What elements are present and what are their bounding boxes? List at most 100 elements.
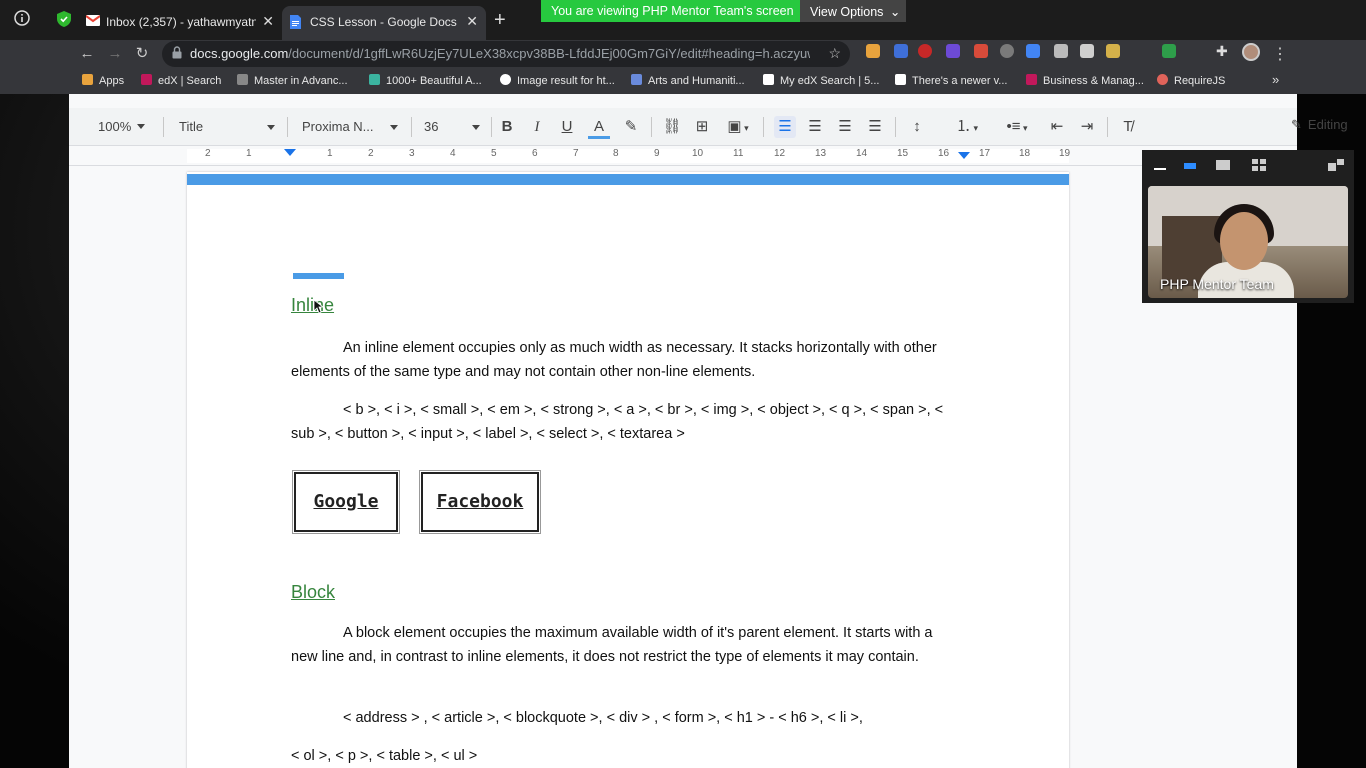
edx-icon bbox=[763, 74, 774, 85]
forward-icon[interactable]: → bbox=[104, 43, 126, 65]
bookmark-item[interactable]: edX | Search bbox=[141, 74, 221, 87]
inline-heading[interactable]: Inline bbox=[291, 295, 334, 316]
italic-icon[interactable]: I bbox=[526, 116, 548, 138]
bookmark-item[interactable]: Business & Manag... bbox=[1026, 74, 1144, 87]
back-icon[interactable]: ← bbox=[76, 43, 98, 65]
extension-icon[interactable] bbox=[1106, 44, 1120, 58]
inline-description: An inline element occupies only as much … bbox=[291, 337, 963, 384]
font-value: Proxima N... bbox=[302, 119, 374, 134]
block-tags-line-2: < ol >, < p >, < table >, < ul > bbox=[291, 748, 478, 764]
clear-formatting-icon[interactable]: T̸ bbox=[1117, 116, 1139, 138]
right-indent-marker[interactable] bbox=[958, 152, 970, 159]
bookmark-item[interactable]: 1000+ Beautiful A... bbox=[369, 74, 482, 87]
insert-image-icon[interactable]: ▣ ▾ bbox=[721, 116, 755, 138]
chevron-down-icon bbox=[472, 125, 480, 130]
bookmark-item[interactable]: Arts and Humaniti... bbox=[631, 74, 745, 87]
numbered-list-icon[interactable]: ⒈ ▾ bbox=[947, 116, 987, 138]
chevron-down-icon bbox=[390, 125, 398, 130]
participant-name: PHP Mentor Team bbox=[1160, 276, 1274, 292]
bookmarks-bar: Apps edX | Search Master in Advanc... 10… bbox=[0, 68, 1366, 94]
pencil-icon: ✎ bbox=[1291, 117, 1302, 132]
extension-icon[interactable] bbox=[866, 44, 880, 58]
close-tab-icon[interactable]: ✕ bbox=[466, 13, 478, 30]
toolbar-divider bbox=[163, 117, 164, 137]
omnibox[interactable]: docs.google.com/document/d/1gffLwR6UzjEy… bbox=[162, 41, 850, 67]
inline-tags-text: < b >, < i >, < small >, < em >, < stron… bbox=[291, 402, 944, 442]
shield-icon[interactable] bbox=[54, 10, 74, 30]
block-heading[interactable]: Block bbox=[291, 582, 335, 603]
decrease-indent-icon[interactable]: ⇤ bbox=[1046, 116, 1068, 138]
font-select[interactable]: Proxima N... bbox=[302, 117, 398, 137]
document-page[interactable]: Inline An inline element occupies only a… bbox=[187, 172, 1069, 768]
extension-icon[interactable] bbox=[1000, 44, 1014, 58]
align-right-icon[interactable]: ☰ bbox=[834, 116, 856, 138]
extension-icon[interactable] bbox=[974, 44, 988, 58]
profile-avatar[interactable] bbox=[1242, 43, 1260, 61]
align-center-icon[interactable]: ☰ bbox=[804, 116, 826, 138]
puzzle-icon[interactable]: ✚ bbox=[1216, 44, 1230, 58]
extension-icon[interactable] bbox=[1026, 44, 1040, 58]
extension-icon[interactable] bbox=[894, 44, 908, 58]
bookmark-label: Image result for ht... bbox=[517, 75, 615, 87]
link-icon[interactable]: ⛓ bbox=[661, 116, 683, 138]
bookmark-label: 1000+ Beautiful A... bbox=[386, 75, 482, 87]
tab-inbox[interactable]: Inbox (2,357) - yathawmyatnoe ✕ bbox=[78, 6, 282, 40]
ruler-number: 15 bbox=[897, 148, 909, 159]
bookmark-item[interactable]: Image result for ht... bbox=[500, 74, 615, 87]
bootstrap-icon bbox=[895, 74, 906, 85]
ruler-number: 14 bbox=[856, 148, 868, 159]
editing-mode-label: Editing bbox=[1307, 117, 1348, 132]
screen: { "browser": { "tabs": [ {"title": "Inbo… bbox=[0, 0, 1366, 768]
google-icon bbox=[500, 74, 511, 85]
underline-icon[interactable]: U bbox=[556, 116, 578, 138]
add-comment-icon[interactable]: ⊞ bbox=[691, 116, 713, 138]
gmail-icon bbox=[85, 15, 101, 29]
font-size-select[interactable]: 36 bbox=[424, 117, 480, 137]
close-tab-icon[interactable]: ✕ bbox=[262, 13, 274, 30]
gallery-view-icon[interactable] bbox=[1252, 158, 1266, 171]
left-indent-marker[interactable] bbox=[284, 149, 296, 156]
extension-icon[interactable] bbox=[1080, 44, 1094, 58]
bookmark-item[interactable]: RequireJS bbox=[1157, 74, 1225, 87]
extension-icon[interactable] bbox=[918, 44, 932, 58]
bookmark-item[interactable]: My edX Search | 5... bbox=[763, 74, 879, 87]
minimize-icon[interactable] bbox=[1154, 158, 1168, 170]
participant-video[interactable]: PHP Mentor Team bbox=[1148, 186, 1348, 298]
zoom-select[interactable]: 100% bbox=[98, 117, 146, 137]
bookmark-item[interactable]: Master in Advanc... bbox=[237, 74, 348, 87]
align-justify-icon[interactable]: ☰ bbox=[864, 116, 886, 138]
align-left-icon[interactable]: ☰ bbox=[774, 116, 796, 138]
bookmark-item[interactable]: There's a newer v... bbox=[895, 74, 1007, 87]
bookmarks-overflow-button[interactable]: » bbox=[1272, 72, 1279, 87]
canva-icon bbox=[369, 74, 380, 85]
single-view-icon[interactable] bbox=[1216, 158, 1230, 170]
block-description-text: A block element occupies the maximum ava… bbox=[291, 625, 933, 665]
bookmark-star-icon[interactable]: ☆ bbox=[828, 45, 841, 62]
toolbar-divider bbox=[763, 117, 764, 137]
editing-mode-button[interactable]: ✎ Editing bbox=[1291, 117, 1348, 133]
extension-icon[interactable] bbox=[946, 44, 960, 58]
toolbar-divider bbox=[287, 117, 288, 137]
edx-icon bbox=[141, 74, 152, 85]
highlight-icon[interactable]: ✎ bbox=[620, 116, 642, 138]
bookmark-item[interactable]: Apps bbox=[82, 74, 124, 87]
pop-out-icon[interactable] bbox=[1328, 158, 1344, 171]
info-icon[interactable] bbox=[12, 10, 32, 30]
camera-icon[interactable] bbox=[1054, 44, 1068, 58]
reload-icon[interactable]: ↻ bbox=[131, 43, 153, 65]
bulleted-list-icon[interactable]: •≡ ▾ bbox=[997, 116, 1037, 138]
extension-icon[interactable] bbox=[1162, 44, 1176, 58]
speaker-view-icon[interactable] bbox=[1184, 158, 1198, 170]
new-tab-button[interactable]: + bbox=[494, 9, 506, 31]
more-vert-icon[interactable]: ⋮ bbox=[1272, 44, 1288, 64]
ruler-number: 9 bbox=[654, 148, 660, 159]
tab-css-lesson[interactable]: CSS Lesson - Google Docs ✕ bbox=[282, 6, 486, 40]
text-color-icon[interactable]: A bbox=[588, 116, 610, 139]
ruler-number: 6 bbox=[532, 148, 538, 159]
ruler-number: 3 bbox=[409, 148, 415, 159]
view-options-button[interactable]: View Options ⌄ bbox=[800, 0, 906, 22]
bold-icon[interactable]: B bbox=[496, 116, 518, 138]
increase-indent-icon[interactable]: ⇥ bbox=[1076, 116, 1098, 138]
style-select[interactable]: Title bbox=[179, 117, 275, 137]
line-spacing-icon[interactable]: ↕ bbox=[906, 116, 928, 138]
